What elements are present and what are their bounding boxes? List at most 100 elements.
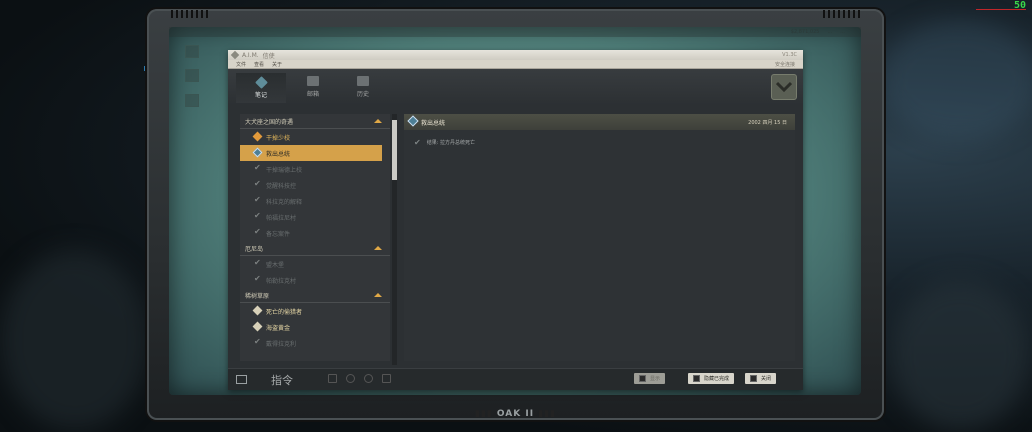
window-menubar: 文件 查看 关于 安全连接 [228, 60, 803, 69]
quest-item[interactable]: 死亡的偷猎者 [240, 303, 390, 319]
game-scene: 50 $2,871,025 ... ... A.I.M. 信使 V1.3C 文件… [0, 0, 1032, 432]
close-label: 关闭 [761, 376, 772, 382]
mail-icon [307, 76, 319, 86]
command-area[interactable]: 指令 [236, 372, 316, 387]
window-subtitle: 信使 [262, 52, 275, 60]
quest-item[interactable]: ✔ 觉醒科技控 [240, 177, 390, 193]
tab-notes-label: 笔记 [254, 92, 267, 99]
quest-label: 救出总统 [266, 150, 291, 158]
section-title: 大犬座之国的奇遇 [245, 118, 294, 126]
quest-item[interactable]: ✔ 盟木堡 [240, 256, 390, 272]
check-icon: ✔ [414, 138, 421, 147]
command-label: 指令 [271, 373, 293, 387]
menu-about[interactable]: 关于 [272, 61, 282, 68]
quest-label: 死亡的偷猎者 [266, 308, 303, 316]
window-title: A.I.M. [242, 51, 259, 59]
desktop-icon-3[interactable] [185, 94, 199, 107]
quest-item[interactable]: ✔ 科拉克的解释 [240, 193, 390, 209]
check-icon: ✔ [254, 227, 261, 236]
desktop-icon-1[interactable] [185, 45, 199, 58]
search-icon[interactable] [346, 374, 355, 383]
quest-label: 干掉瑞德上校 [266, 166, 303, 174]
collapse-arrow-icon[interactable] [374, 246, 382, 250]
key-icon [693, 375, 700, 382]
quest-item[interactable]: ✔ 帕福拉尼村 [240, 209, 390, 225]
background-shadow-right [890, 280, 1030, 430]
check-icon: ✔ [254, 211, 261, 220]
vent-right [823, 10, 860, 18]
quest-marker-icon [252, 321, 263, 332]
tab-notes[interactable]: 笔记 [236, 73, 286, 103]
section-header[interactable]: 大犬座之国的奇遇 [240, 114, 390, 129]
fps-graph-line [976, 9, 1026, 10]
hide-completed-label: 隐藏已完成 [704, 376, 730, 382]
check-icon: ✔ [254, 337, 261, 346]
quest-label: 海盗黄金 [266, 324, 291, 332]
collapse-arrow-icon[interactable] [374, 119, 382, 123]
help-icon[interactable] [364, 374, 373, 383]
quest-list-scrollbar[interactable] [392, 114, 397, 365]
quest-item[interactable]: ✔ 干掉瑞德上校 [240, 161, 390, 177]
quest-list: 大犬座之国的奇遇 干掉少校 救出总统 ✔ 干掉瑞德上校 ✔ 觉醒科技控 ✔ 科拉克的解释 ✔ 帕福拉… [240, 114, 390, 361]
tab-history[interactable]: 历史 [338, 73, 388, 103]
save-icon[interactable] [328, 374, 337, 383]
background-shadow [0, 250, 150, 430]
notes-icon [254, 76, 268, 89]
close-button[interactable]: 关闭 [745, 373, 777, 384]
key-icon [639, 375, 646, 382]
laptop-monitor: $2,871,025 ... ... A.I.M. 信使 V1.3C 文件 查看… [147, 9, 884, 420]
tab-mailbox[interactable]: 邮箱 [288, 73, 338, 103]
quest-item[interactable]: 干掉少校 [240, 129, 390, 145]
aim-logo-icon [230, 50, 240, 60]
check-icon: ✔ [254, 163, 261, 172]
quest-item[interactable]: ✔ 戴得拉克利 [240, 335, 390, 351]
bottom-toolbar: 指令 显示 隐藏已完成 关闭 [228, 368, 803, 390]
vent-left [171, 10, 208, 18]
quest-label: 干掉少校 [266, 134, 291, 142]
clock-label: ... [840, 29, 845, 35]
secure-connection-label: 安全连接 [774, 61, 795, 68]
background-light [880, 20, 1032, 140]
quest-item[interactable]: ✔ 备忘案件 [240, 225, 390, 241]
hide-completed-button[interactable]: 隐藏已完成 [688, 373, 735, 384]
quest-item[interactable]: 海盗黄金 [240, 319, 390, 335]
quest-active-icon [407, 115, 419, 127]
monitor-icon [236, 375, 247, 384]
aim-window: A.I.M. 信使 V1.3C 文件 查看 关于 安全连接 笔记 邮箱 历史 大… [228, 50, 803, 390]
brand-suffix: II [525, 409, 535, 419]
brand-label: OAK [496, 409, 522, 419]
check-icon: ✔ [254, 274, 261, 283]
detail-header: 救出总统 2002 四月 15 日 [404, 114, 795, 130]
folder-icon [357, 76, 369, 86]
section-title: 厄尼岛 [245, 245, 264, 253]
quest-label: 帕勒拉克村 [266, 277, 297, 285]
window-titlebar[interactable]: A.I.M. 信使 V1.3C [228, 50, 803, 60]
tab-bar: 笔记 邮箱 历史 [228, 69, 803, 105]
menu-file[interactable]: 文件 [236, 61, 246, 68]
window-version: V1.3C [782, 52, 797, 58]
quest-label: 盟木堡 [266, 261, 285, 269]
quest-label: 戴得拉克利 [266, 340, 297, 348]
show-label: 显示 [650, 376, 661, 382]
show-button[interactable]: 显示 [634, 373, 666, 384]
quest-marker-icon [252, 147, 263, 158]
quest-item[interactable]: 救出总统 [240, 145, 382, 161]
detail-body: ✔ 结果: 拉方丹总统死亡 [404, 130, 795, 155]
collapse-arrow-icon[interactable] [374, 293, 382, 297]
quest-item[interactable]: ✔ 帕勒拉克村 [240, 272, 390, 288]
money-label: $2,871,025 [790, 29, 820, 35]
check-icon: ✔ [254, 258, 261, 267]
scrollbar-thumb[interactable] [392, 120, 397, 180]
quest-label: 科拉克的解释 [266, 198, 303, 206]
section-header[interactable]: 稀树草原 [240, 288, 390, 303]
section-header[interactable]: 厄尼岛 [240, 241, 390, 256]
quest-label: 帕福拉尼村 [266, 214, 297, 222]
check-icon: ✔ [254, 179, 261, 188]
menu-view[interactable]: 查看 [254, 61, 264, 68]
trash-icon[interactable] [382, 374, 391, 383]
quest-marker-icon [252, 305, 263, 316]
detail-title: 救出总统 [421, 119, 446, 127]
tab-mailbox-label: 邮箱 [306, 91, 319, 98]
desktop-icon-2[interactable] [185, 69, 199, 82]
aim-badge-icon [771, 74, 797, 100]
